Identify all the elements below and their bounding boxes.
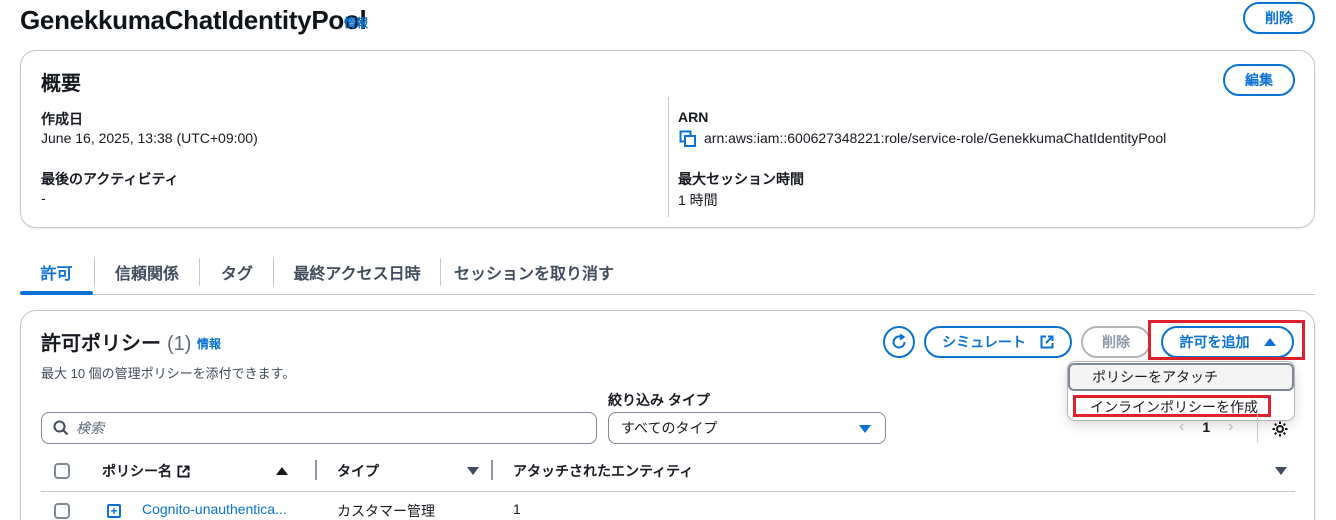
expand-row-icon[interactable]: + [107, 504, 121, 518]
tab-revoke-sessions[interactable]: セッションを取り消す [442, 250, 626, 293]
select-all-checkbox[interactable] [54, 463, 70, 479]
delete-policy-button[interactable]: 削除 [1081, 326, 1151, 358]
max-session-value: 1 時間 [678, 192, 718, 208]
sort-icon[interactable] [1275, 467, 1287, 475]
caret-down-icon [859, 425, 871, 433]
summary-title: 概要 [41, 73, 81, 95]
delete-role-button[interactable]: 削除 [1243, 2, 1315, 34]
row-checkbox[interactable] [54, 503, 70, 519]
permissions-count: (1) [167, 333, 192, 355]
refresh-icon [892, 333, 906, 349]
summary-divider [668, 97, 669, 217]
gear-icon[interactable] [1271, 420, 1289, 438]
column-resize-handle[interactable] [491, 460, 493, 480]
external-link-icon [1040, 335, 1054, 349]
last-activity-value: - [41, 190, 46, 206]
pager-separator [1257, 414, 1258, 442]
simulate-button[interactable]: シミュレート [924, 326, 1072, 358]
tab-separator [440, 258, 441, 286]
refresh-button[interactable] [883, 326, 915, 358]
permissions-description: 最大 10 個の管理ポリシーを添付できます。 [41, 366, 296, 381]
next-page-icon[interactable]: › [1228, 418, 1233, 436]
summary-card: 概要 編集 作成日 June 16, 2025, 13:38 (UTC+09:0… [20, 50, 1315, 228]
tab-last-accessed[interactable]: 最終アクセス日時 [275, 250, 439, 293]
filter-type-select[interactable]: すべてのタイプ [608, 412, 886, 444]
created-label: 作成日 [41, 111, 83, 127]
search-input[interactable]: 検索 [41, 412, 597, 444]
tab-bar: 許可 信頼関係 タグ 最終アクセス日時 セッションを取り消す [20, 250, 1315, 295]
filter-type-label: 絞り込み タイプ [608, 392, 710, 408]
tab-tags[interactable]: タグ [201, 250, 273, 293]
attached-entities-cell: 1 [513, 501, 521, 517]
created-value: June 16, 2025, 13:38 (UTC+09:00) [41, 130, 258, 146]
permissions-title: 許可ポリシー (1) [41, 327, 191, 356]
highlight-box-create-inline-policy [1073, 395, 1271, 417]
external-link-icon [177, 464, 190, 478]
permissions-info-link[interactable]: 情報 [197, 335, 221, 352]
column-header-policy-name[interactable]: ポリシー名 [102, 461, 190, 481]
highlight-box-add-permissions [1148, 320, 1305, 360]
filter-type-value: すべてのタイプ [621, 420, 718, 436]
table-header-divider [41, 491, 1295, 492]
prev-page-icon[interactable]: ‹ [1179, 418, 1184, 436]
last-activity-label: 最後のアクティビティ [41, 171, 179, 187]
pagination: ‹ 1 › [1179, 418, 1233, 436]
tab-separator [94, 258, 95, 286]
page-number[interactable]: 1 [1202, 419, 1210, 435]
column-header-attached-entities[interactable]: アタッチされたエンティティ [513, 461, 693, 481]
menu-item-attach-policy[interactable]: ポリシーをアタッチ [1068, 363, 1294, 391]
sort-ascending-icon[interactable] [276, 467, 288, 475]
max-session-label: 最大セッション時間 [678, 171, 804, 187]
column-resize-handle[interactable] [315, 460, 317, 480]
permissions-card: 許可ポリシー (1) 情報 最大 10 個の管理ポリシーを添付できます。 シミュレ… [20, 310, 1315, 520]
tab-trust-relationships[interactable]: 信頼関係 [96, 250, 198, 293]
arn-label: ARN [678, 109, 709, 125]
edit-button[interactable]: 編集 [1223, 64, 1295, 96]
page-title: GenekkumaChatIdentityPool [20, 5, 367, 35]
permissions-title-text: 許可ポリシー [41, 333, 161, 355]
tab-permissions[interactable]: 許可 [20, 250, 93, 295]
sort-icon[interactable] [467, 467, 479, 475]
arn-value: arn:aws:iam::600627348221:role/service-r… [704, 130, 1167, 146]
column-label-policy-name: ポリシー名 [102, 463, 172, 479]
search-icon [53, 420, 69, 436]
policy-type-cell: カスタマー管理 [337, 503, 435, 519]
title-info-link[interactable]: 情報 [344, 14, 368, 31]
tab-separator [199, 258, 200, 286]
column-header-type[interactable]: タイプ [337, 461, 379, 481]
policy-name-link[interactable]: Cognito-unauthentica... [142, 501, 287, 517]
copy-icon[interactable] [679, 130, 697, 148]
tab-separator [273, 258, 274, 286]
simulate-label: シミュレート [942, 334, 1026, 350]
